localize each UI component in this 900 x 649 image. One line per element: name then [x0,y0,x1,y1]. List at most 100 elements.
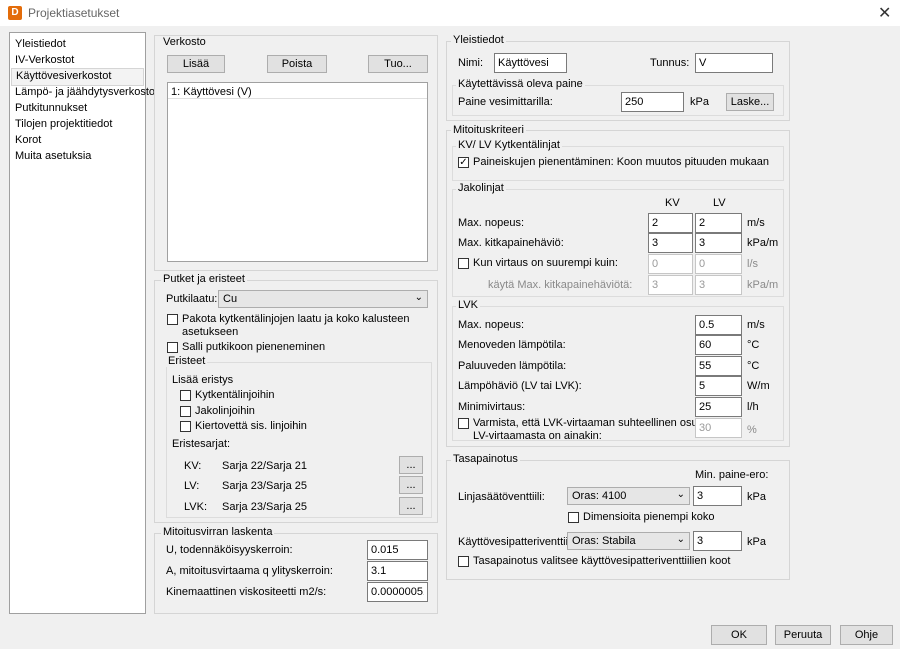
flow-unit: l/s [747,258,758,270]
use-friction-label: käytä Max. kitkapainehäviötä: [488,279,633,291]
lvk-return-temp-label: Paluuveden lämpötila: [458,360,567,372]
import-network-button[interactable]: Tuo... [368,55,428,73]
insulation-kytkenta-checkbox[interactable] [180,390,191,401]
lvk-maxspeed-input[interactable] [695,315,742,335]
lvk-maxspeed-unit: m/s [747,319,765,331]
chevron-down-icon: ⌄ [414,292,423,303]
help-button[interactable]: Ohje [840,625,893,645]
series-lvk-browse-button[interactable]: ... [399,497,423,515]
friction-kv-input[interactable] [648,233,693,253]
reduce-hammer-label: Paineiskujen pienentäminen: Koon muutos … [473,156,769,168]
pressure-input[interactable] [621,92,684,112]
lvk-return-temp-input[interactable] [695,356,742,376]
line-valve-value: Oras: 4100 [572,490,627,502]
radiator-valve-pressure-input[interactable] [693,531,742,551]
viscosity-label: Kinemaattinen viskositeetti m2/s: [166,586,327,598]
close-icon[interactable]: ✕ [878,3,891,23]
col-lv-header: LV [713,197,726,209]
list-item[interactable]: 1: Käyttövesi (V) [171,86,252,98]
nav-item-iv-verkostot[interactable]: IV-Verkostot [11,52,144,68]
lvk-minflow-unit: l/h [747,401,759,413]
line-valve-select[interactable]: Oras: 4100 ⌄ [567,487,690,505]
viscosity-input[interactable] [367,582,428,602]
app-icon: D [8,6,22,20]
reduce-hammer-checkbox[interactable]: ✓ [458,157,469,168]
lvk-heatloss-input[interactable] [695,376,742,396]
mitoitus-title: Mitoituskriteeri [451,124,526,136]
lvk-heatloss-unit: W/m [747,380,770,392]
dim-smaller-checkbox[interactable] [568,512,579,523]
use-friction-unit: kPa/m [747,279,779,291]
pipe-material-select[interactable]: Cu ⌄ [218,290,428,308]
flow-kv-input[interactable] [648,254,693,274]
use-friction-kv-input[interactable] [648,275,693,295]
flow-threshold-checkbox[interactable] [458,258,469,269]
add-insulation-label: Lisää eristys [172,374,234,386]
insulation-kytkenta-label: Kytkentälinjoihin [195,389,275,401]
pressure-label: Paine vesimittarilla: [458,96,553,108]
insulation-kierto-checkbox[interactable] [180,421,191,432]
lvk-ensure-checkbox[interactable] [458,418,469,429]
allow-shrink-checkbox[interactable] [167,342,178,353]
lvk-minflow-label: Minimivirtaus: [458,401,526,413]
lvk-supply-temp-input[interactable] [695,335,742,355]
eristeet-title: Eristeet [166,355,208,367]
nav-item-korot[interactable]: Korot [11,132,144,148]
code-label: Tunnus: [650,57,690,69]
friction-label: Max. kitkapainehäviö: [458,237,564,249]
kytkenta-title: KV/ LV Kytkentälinjat [456,139,562,151]
radiator-valve-pressure-unit: kPa [747,536,766,548]
nav-item-lampo-verkostot[interactable]: Lämpö- ja jäähdytysverkostot [11,84,158,100]
lvk-minflow-input[interactable] [695,397,742,417]
series-lvk-key: LVK: [184,501,208,513]
pipe-material-value: Cu [223,293,238,305]
ok-button[interactable]: OK [711,625,767,645]
maxspeed-kv-input[interactable] [648,213,693,233]
flow-lv-input[interactable] [695,254,742,274]
maxspeed-lv-input[interactable] [695,213,742,233]
network-list[interactable]: 1: Käyttövesi (V) [167,82,428,262]
auto-balance-checkbox[interactable] [458,556,469,567]
lvk-maxspeed-label: Max. nopeus: [458,319,525,331]
radiator-valve-value: Oras: Stabila [572,535,636,547]
force-quality-label-2: asetukseen [182,326,239,338]
chevron-down-icon: ⌄ [676,534,685,545]
use-friction-lv-input[interactable] [695,275,742,295]
nav-item-tilojen-projektitiedot[interactable]: Tilojen projektitiedot [11,116,144,132]
line-valve-label: Linjasäätöventtiili: [458,491,545,503]
series-kv-value: Sarja 22/Sarja 21 [222,460,307,472]
insulation-jako-checkbox[interactable] [180,406,191,417]
radiator-valve-select[interactable]: Oras: Stabila ⌄ [567,532,690,550]
title-bar [0,0,900,26]
dim-smaller-label: Dimensioita pienempi koko [583,511,715,523]
u-factor-input[interactable] [367,540,428,560]
pipe-material-label: Putkilaatu: [166,293,218,305]
series-lv-browse-button[interactable]: ... [399,476,423,494]
yleistiedot-title: Yleistiedot [451,34,506,46]
cancel-button[interactable]: Peruuta [775,625,831,645]
calculate-pressure-button[interactable]: Laske... [726,93,774,111]
jakolinjat-title: Jakolinjat [456,182,506,194]
name-input[interactable] [494,53,567,73]
a-factor-label: A, mitoitusvirtaama q ylityskerroin: [166,565,333,577]
nav-item-yleistiedot[interactable]: Yleistiedot [11,36,144,52]
a-factor-input[interactable] [367,561,428,581]
lvk-ensure-input[interactable] [695,418,742,438]
nav-item-muita-asetuksia[interactable]: Muita asetuksia [11,148,144,164]
line-valve-pressure-input[interactable] [693,486,742,506]
series-kv-browse-button[interactable]: ... [399,456,423,474]
name-label: Nimi: [458,57,484,69]
allow-shrink-label: Salli putkikoon pieneneminen [182,341,326,353]
min-pressure-header: Min. paine-ero: [695,469,769,481]
friction-lv-input[interactable] [695,233,742,253]
lvk-heatloss-label: Lämpöhäviö (LV tai LVK): [458,380,582,392]
nav-item-putkitunnukset[interactable]: Putkitunnukset [11,100,144,116]
line-valve-pressure-unit: kPa [747,491,766,503]
series-lv-key: LV: [184,480,200,492]
force-quality-checkbox[interactable] [167,314,178,325]
lvk-return-temp-unit: °C [747,360,760,372]
remove-network-button[interactable]: Poista [267,55,327,73]
radiator-valve-label: Käyttövesipatteriventtiili: [458,536,576,548]
add-network-button[interactable]: Lisää [167,55,225,73]
code-input[interactable] [695,53,773,73]
